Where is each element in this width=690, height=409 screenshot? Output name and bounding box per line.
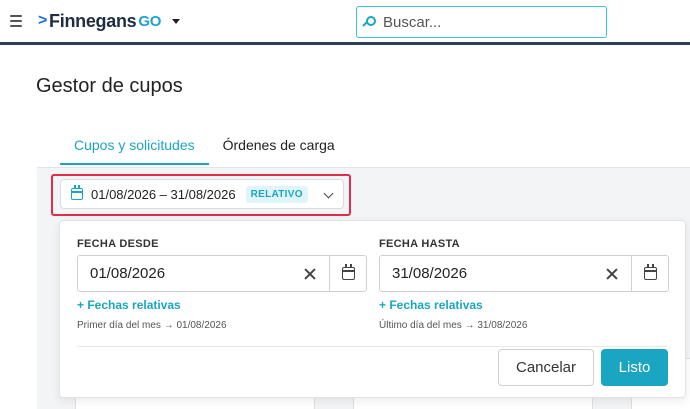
- to-date-field[interactable]: 31/08/2026: [379, 255, 669, 292]
- to-date-label: FECHA HASTA: [379, 238, 460, 250]
- calendar-icon: [644, 264, 657, 280]
- clear-icon[interactable]: [604, 266, 620, 282]
- logo-suffix: GO: [138, 12, 162, 30]
- search-input[interactable]: [383, 13, 593, 31]
- logo-chevron-icon: >: [38, 12, 48, 29]
- calendar-icon: [71, 185, 83, 200]
- from-date-hint: Primer día del mes → 01/08/2026: [77, 320, 227, 331]
- date-range-selector[interactable]: 01/08/2026 – 31/08/2026 RELATIVO: [60, 179, 344, 209]
- search-box[interactable]: [356, 6, 607, 38]
- tab-cupos-y-solicitudes[interactable]: Cupos y solicitudes: [60, 130, 209, 165]
- from-date-value: 01/08/2026: [90, 265, 166, 282]
- calendar-icon: [342, 264, 355, 280]
- done-button[interactable]: Listo: [601, 349, 668, 386]
- logo-text: Finnegans: [49, 10, 137, 31]
- to-relative-dates-link[interactable]: + Fechas relativas: [379, 298, 483, 312]
- date-range-popover: FECHA DESDE 01/08/2026 + Fechas relativa…: [59, 220, 686, 398]
- top-bar: > Finnegans GO: [0, 0, 690, 45]
- search-icon: [362, 15, 377, 29]
- page-title: Gestor de cupos: [36, 75, 183, 97]
- from-relative-dates-link[interactable]: + Fechas relativas: [77, 298, 181, 312]
- tab-ordenes-de-carga[interactable]: Órdenes de carga: [209, 130, 349, 165]
- relative-badge: RELATIVO: [245, 185, 308, 203]
- app-logo[interactable]: > Finnegans GO: [38, 9, 161, 33]
- date-range-value: 01/08/2026 – 31/08/2026: [91, 186, 236, 202]
- from-date-label: FECHA DESDE: [77, 238, 159, 250]
- from-date-calendar-button[interactable]: [329, 256, 367, 291]
- cancel-button[interactable]: Cancelar: [498, 349, 594, 386]
- clear-icon[interactable]: [302, 266, 318, 282]
- from-date-field[interactable]: 01/08/2026: [77, 255, 367, 292]
- tabs: Cupos y solicitudes Órdenes de carga: [60, 130, 349, 165]
- divider: [77, 346, 667, 347]
- to-date-hint: Último día del mes → 31/08/2026: [379, 320, 528, 331]
- chevron-down-icon: [323, 188, 334, 199]
- app-switcher-caret-icon[interactable]: [172, 19, 180, 24]
- to-date-value: 31/08/2026: [392, 265, 468, 282]
- to-date-calendar-button[interactable]: [631, 256, 669, 291]
- hamburger-menu-icon[interactable]: [10, 15, 22, 27]
